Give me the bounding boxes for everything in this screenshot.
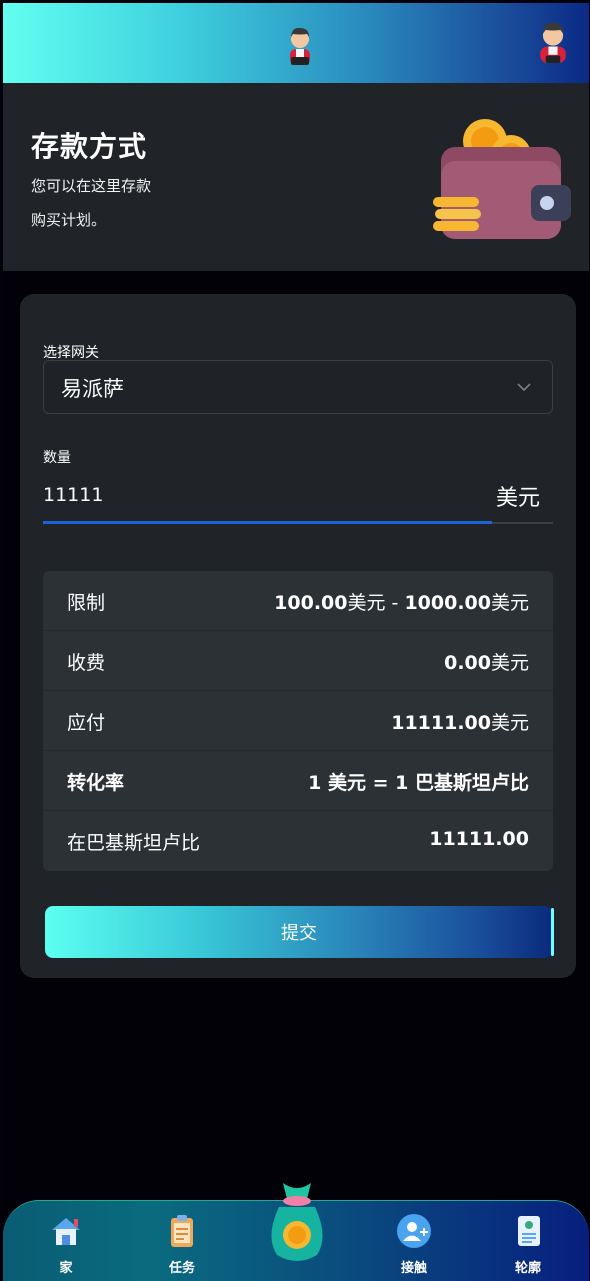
payable-label: 应付: [67, 712, 106, 734]
table-row: 收费 0.00美元: [43, 631, 553, 691]
amount-underline: [43, 521, 553, 524]
gateway-select[interactable]: 易派萨: [43, 360, 553, 414]
hero-subtitle-line-1: 您可以在这里存款: [31, 177, 152, 195]
nav-contact-label: 接触: [400, 1261, 427, 1276]
submit-edge-highlight: [551, 908, 554, 956]
add-user-icon: [397, 1214, 431, 1248]
fee-value: 0.00美元: [444, 652, 529, 674]
top-bar: [3, 3, 589, 83]
rate-value: 1 美元 = 1 巴基斯坦卢比: [308, 772, 529, 794]
submit-button[interactable]: 提交: [45, 906, 554, 958]
table-row: 转化率 1 美元 = 1 巴基斯坦卢比: [43, 751, 553, 811]
summary-table: 限制 100.00美元 - 1000.00美元 收费 0.00美元 应付 111…: [43, 571, 553, 871]
amount-unit: 美元: [495, 486, 540, 511]
clipboard-icon: [171, 1215, 193, 1247]
table-row: 应付 11111.00美元: [43, 691, 553, 751]
nav-contact[interactable]: 接触: [379, 1209, 449, 1276]
hero-banner: 存款方式 您可以在这里存款 购买计划。: [3, 83, 589, 271]
money-bag-icon[interactable]: [265, 1177, 329, 1265]
limit-value: 100.00美元 - 1000.00美元: [274, 592, 529, 614]
page-title: 存款方式: [31, 130, 148, 163]
chevron-down-icon: [517, 383, 531, 392]
table-row: 限制 100.00美元 - 1000.00美元: [43, 571, 553, 631]
app-frame: 存款方式 您可以在这里存款 购买计划。 选择网关 易派萨 数量 美元: [3, 3, 589, 1281]
user-avatar-icon[interactable]: [280, 23, 320, 67]
amount-underline-fill: [43, 521, 492, 524]
nav-profile-label: 轮廓: [514, 1261, 541, 1276]
nav-home[interactable]: 家: [31, 1209, 101, 1276]
rate-label: 转化率: [67, 772, 125, 794]
gateway-selected-value: 易派萨: [61, 377, 124, 401]
nav-profile[interactable]: 轮廓: [493, 1209, 563, 1276]
table-row: 在巴基斯坦卢比 11111.00: [43, 811, 553, 871]
home-icon: [52, 1218, 80, 1245]
amount-label: 数量: [43, 450, 71, 466]
wallet-coins-icon: [433, 119, 571, 239]
nav-tasks[interactable]: 任务: [147, 1209, 217, 1276]
fee-label: 收费: [67, 652, 106, 674]
gateway-label: 选择网关: [43, 345, 99, 361]
hero-subtitle-line-2: 购买计划。: [31, 211, 107, 229]
deposit-form-card: 选择网关 易派萨 数量 美元 限制 100.00美元 - 1000.00美元 收…: [20, 294, 576, 978]
payable-value: 11111.00美元: [391, 712, 529, 734]
nav-tasks-label: 任务: [168, 1261, 195, 1276]
submit-label: 提交: [281, 923, 317, 944]
profile-card-icon: [518, 1216, 540, 1246]
pkr-label: 在巴基斯坦卢比: [67, 832, 201, 854]
pkr-value: 11111.00: [429, 828, 529, 850]
limit-label: 限制: [67, 592, 106, 614]
nav-home-label: 家: [59, 1261, 73, 1276]
amount-input[interactable]: [43, 480, 463, 510]
user-avatar-icon[interactable]: [533, 19, 573, 63]
